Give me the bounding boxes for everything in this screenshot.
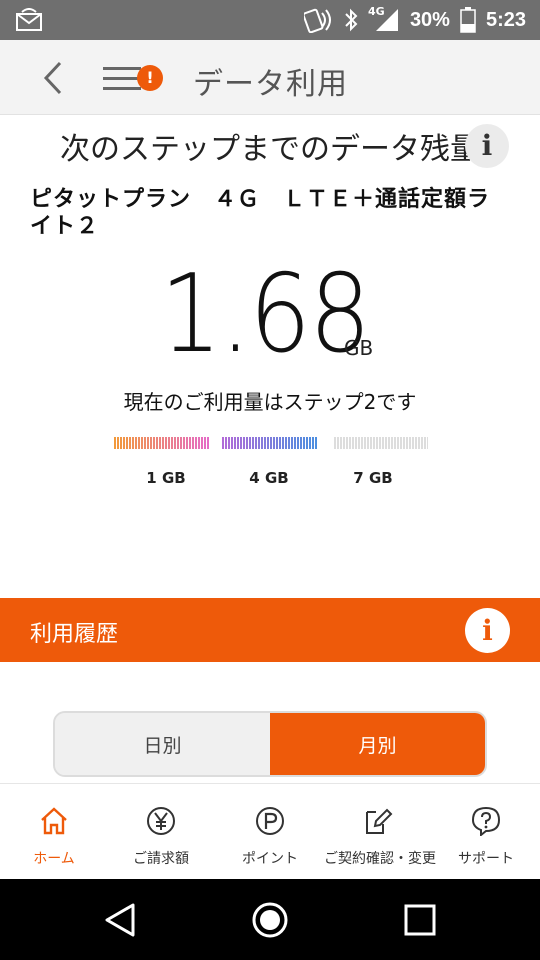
step-label-3: 7 GB (353, 469, 393, 487)
nav-contract-label: ご契約確認・変更 (324, 851, 436, 867)
nav-points-label: ポイント (242, 851, 298, 867)
nav-support[interactable]: サポート (432, 784, 540, 880)
home-icon (41, 807, 67, 835)
system-home-icon[interactable] (251, 901, 289, 939)
system-recents-icon[interactable] (401, 901, 439, 939)
remaining-amount: 1.68 (160, 252, 371, 377)
nav-billing[interactable]: ご請求額 (107, 784, 215, 880)
bottom-nav: ホーム ご請求額 ポイント ご契約確認・変更 サポート (0, 783, 540, 879)
bluetooth-icon (345, 8, 358, 32)
nfc-icon (303, 8, 331, 33)
history-info-button[interactable]: i (465, 608, 510, 653)
period-toggle: 日別 月別 (53, 711, 487, 777)
system-nav-bar (0, 879, 540, 960)
battery-icon (460, 7, 476, 33)
remaining-unit: GB (344, 336, 374, 360)
plan-name: ピタットプラン ４Ｇ ＬＴＥ＋通話定額ライト２ (30, 187, 491, 239)
nav-home[interactable]: ホーム (0, 784, 108, 880)
status-bar: 4G 30% 5:23 (0, 0, 540, 40)
menu-alert-badge: ! (137, 65, 163, 91)
notification-icon (16, 8, 42, 31)
signal-icon: 4G (368, 5, 400, 33)
contract-edit-icon (366, 808, 393, 834)
nav-contract[interactable]: ご契約確認・変更 (324, 784, 436, 880)
point-icon (256, 807, 284, 835)
nav-home-label: ホーム (33, 851, 75, 867)
step-bar-3 (334, 437, 428, 449)
data-info-button[interactable]: i (465, 124, 509, 168)
page-title: データ利用 (193, 67, 348, 102)
battery-percent: 30% (409, 8, 450, 31)
app-header: ! データ利用 (0, 40, 540, 115)
step-bar-2 (222, 437, 318, 449)
step-bar-1 (114, 437, 210, 449)
step-message: 現在のご利用量はステップ2です (123, 390, 417, 414)
step-label-1: 1 GB (146, 469, 186, 487)
step-label-2: 4 GB (249, 469, 289, 487)
nav-support-label: サポート (458, 851, 514, 867)
back-icon[interactable] (38, 60, 68, 96)
history-header: 利用履歴 i (0, 598, 540, 662)
system-back-icon[interactable] (101, 901, 139, 939)
screen: 4G 30% 5:23 ! データ利用 次のステップまでのデータ残量 i ピタッ… (0, 0, 540, 960)
yen-icon (147, 807, 175, 835)
toggle-daily[interactable]: 日別 (55, 713, 270, 775)
nav-points[interactable]: ポイント (216, 784, 324, 880)
help-icon (471, 806, 501, 836)
clock: 5:23 (485, 8, 526, 31)
history-title: 利用履歴 (30, 622, 119, 647)
data-remaining-title: 次のステップまでのデータ残量 (60, 132, 470, 167)
nav-billing-label: ご請求額 (133, 851, 189, 867)
toggle-monthly[interactable]: 月別 (270, 713, 485, 775)
